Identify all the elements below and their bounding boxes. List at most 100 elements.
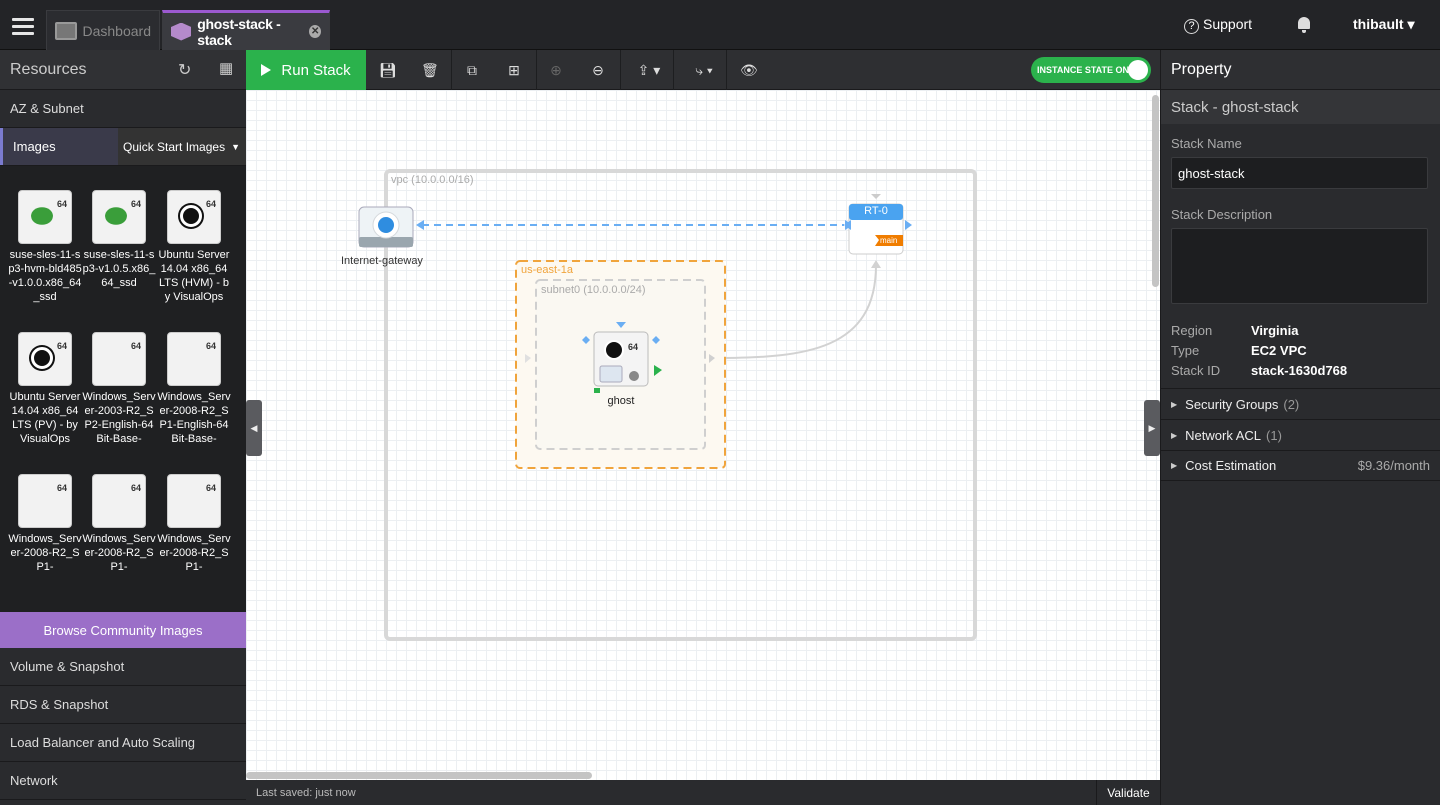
collapse-right-panel-button[interactable]: ▶ bbox=[1144, 400, 1160, 456]
vertical-scrollbar[interactable] bbox=[1152, 95, 1159, 287]
toggle-knob bbox=[1128, 60, 1148, 80]
expand-icon: ▶ bbox=[1171, 399, 1178, 409]
images-section[interactable]: Images Quick Start Images ▼ bbox=[0, 128, 246, 166]
horizontal-scrollbar[interactable] bbox=[246, 772, 592, 779]
expand-icon: ▶ bbox=[1171, 461, 1178, 470]
bell-icon[interactable] bbox=[1298, 17, 1310, 33]
visibility-icon[interactable]: 👁︎ bbox=[740, 62, 758, 78]
windows-icon: 64 bbox=[92, 332, 146, 386]
chevron-down-icon: ▾ bbox=[1407, 16, 1415, 32]
canvas-toolbar: Run Stack 💾︎ 🗑︎ ⧉ ⊞ ⊕ ⊖ ⇪ ▾ ⤷ ▾ 👁︎ INSTA… bbox=[246, 50, 1160, 90]
canvas-diagram bbox=[358, 169, 977, 641]
ami-item[interactable]: 64 Windows_Server-2008-R2_SP1- bbox=[82, 474, 156, 574]
ami-item[interactable]: 64 Ubuntu Server 14.04 x86_64 LTS (PV) - … bbox=[8, 332, 82, 446]
ami-item[interactable]: 64 Windows_Server-2008-R2_SP1- bbox=[157, 474, 231, 574]
new-stack-icon[interactable]: ⊞ bbox=[506, 62, 522, 78]
help-icon: ? bbox=[1184, 19, 1199, 34]
az-subnet-section[interactable]: AZ & Subnet bbox=[0, 90, 246, 128]
save-icon[interactable]: 💾︎ bbox=[379, 62, 397, 78]
ami-item[interactable]: 64 suse-sles-11-sp3-v1.0.5.x86_64_ssd bbox=[82, 190, 156, 290]
refresh-icon[interactable]: ↻ bbox=[178, 60, 191, 80]
export-icon[interactable]: ⇪ ▾ bbox=[634, 62, 664, 78]
security-groups-section[interactable]: ▶ Security Groups (2) bbox=[1161, 388, 1440, 419]
images-label: Images bbox=[0, 128, 118, 165]
az-label: us-east-1a bbox=[521, 264, 573, 276]
stack-description-label: Stack Description bbox=[1171, 207, 1273, 222]
region-row: Region Virginia bbox=[1171, 322, 1299, 338]
rds-snapshot-section[interactable]: RDS & Snapshot bbox=[0, 686, 246, 724]
run-stack-button[interactable]: Run Stack bbox=[246, 50, 366, 90]
ami-name: suse-sles-11-sp3-hvm-bld485-v1.0.0.x86_6… bbox=[8, 249, 82, 303]
tab-label: Dashboard bbox=[82, 22, 152, 39]
ami-item[interactable]: 64 suse-sles-11-sp3-hvm-bld485-v1.0.0.x86… bbox=[8, 190, 82, 304]
property-subtitle: Stack - ghost-stack bbox=[1161, 90, 1440, 124]
type-row: Type EC2 VPC bbox=[1171, 342, 1307, 358]
internet-gateway-node[interactable] bbox=[358, 206, 414, 248]
zoom-in-icon[interactable]: ⊕ bbox=[548, 62, 564, 78]
connection-style-icon[interactable]: ⤷ ▾ bbox=[687, 62, 721, 78]
stack-name-label: Stack Name bbox=[1171, 136, 1242, 151]
ami-name: Windows_Server-2003-R2_SP2-English-64Bit… bbox=[82, 391, 156, 445]
support-link[interactable]: ? Support bbox=[1184, 16, 1252, 34]
network-acl-section[interactable]: ▶ Network ACL (1) bbox=[1161, 419, 1440, 450]
igw-label: Internet-gateway bbox=[341, 255, 423, 267]
ami-item[interactable]: 64 Windows_Server-2003-R2_SP2-English-64B… bbox=[82, 332, 156, 446]
design-canvas[interactable]: vpc (10.0.0.0/16) Internet-gateway RT-0 … bbox=[246, 90, 1160, 780]
last-saved-text: Last saved: just now bbox=[256, 786, 356, 799]
windows-icon: 64 bbox=[92, 474, 146, 528]
ami-item[interactable]: 64 Windows_Server-2008-R2_SP1-English-64B… bbox=[157, 332, 231, 446]
network-section[interactable]: Network bbox=[0, 762, 246, 800]
property-title: Property bbox=[1161, 50, 1440, 90]
windows-icon: 64 bbox=[167, 474, 221, 528]
ubuntu-icon: 64 bbox=[18, 332, 72, 386]
subnet-label: subnet0 (10.0.0.0/24) bbox=[541, 284, 646, 296]
stack-name-input[interactable]: ghost-stack bbox=[1171, 157, 1428, 189]
grid-view-icon[interactable]: ▦ bbox=[219, 59, 233, 77]
ghost-instance-node[interactable] bbox=[593, 331, 649, 387]
instance-label: ghost bbox=[607, 395, 635, 407]
duplicate-icon[interactable]: ⧉ bbox=[464, 62, 480, 78]
delete-icon[interactable]: 🗑︎ bbox=[421, 62, 439, 78]
resource-panel: Resources ↻ ▦ AZ & Subnet Images Quick S… bbox=[0, 50, 246, 805]
browse-community-images-button[interactable]: Browse Community Images bbox=[0, 612, 246, 648]
play-icon bbox=[261, 64, 272, 76]
menu-icon[interactable] bbox=[12, 18, 34, 35]
status-bar: Last saved: just now Validate bbox=[246, 780, 1160, 805]
image-list[interactable]: 64Debian Wheezy 7.5 x86_64 (PV) - by Vis… bbox=[0, 166, 246, 612]
stack-icon bbox=[171, 22, 192, 41]
zoom-out-icon[interactable]: ⊖ bbox=[590, 62, 606, 78]
instance-arch-badge: 64 bbox=[628, 342, 639, 352]
load-balancer-section[interactable]: Load Balancer and Auto Scaling bbox=[0, 724, 246, 762]
expand-icon: ▶ bbox=[1171, 430, 1178, 440]
close-icon[interactable]: ✕ bbox=[309, 25, 321, 38]
ami-name: Windows_Server-2008-R2_SP1- bbox=[8, 533, 82, 573]
instance-state-toggle[interactable]: INSTANCE STATE ON bbox=[1031, 57, 1151, 83]
images-filter-select[interactable]: Quick Start Images ▼ bbox=[118, 128, 246, 165]
ami-name: Ubuntu Server 14.04 x86_64 LTS (PV) - by… bbox=[9, 391, 81, 445]
stack-id-row: Stack ID stack-1630d768 bbox=[1171, 362, 1348, 378]
ami-name: Windows_Server-2008-R2_SP1- bbox=[82, 533, 156, 573]
ami-item[interactable]: 64 Windows_Server-2008-R2_SP1- bbox=[8, 474, 82, 574]
cost-estimation-section[interactable]: ▶ Cost Estimation $9.36/month bbox=[1161, 450, 1440, 481]
volume-snapshot-section[interactable]: Volume & Snapshot bbox=[0, 648, 246, 686]
windows-icon: 64 bbox=[18, 474, 72, 528]
tab-dashboard[interactable]: Dashboard bbox=[46, 10, 160, 50]
route-connection[interactable] bbox=[715, 264, 877, 359]
cost-value: $9.36/month bbox=[1357, 458, 1430, 473]
ami-name: suse-sles-11-sp3-v1.0.5.x86_64_ssd bbox=[82, 249, 156, 289]
tab-ghost-stack[interactable]: ghost-stack - stack ✕ bbox=[162, 10, 330, 50]
rt-main-badge: main bbox=[880, 236, 898, 245]
windows-icon: 64 bbox=[167, 332, 221, 386]
ami-name: Windows_Server-2008-R2_SP1- bbox=[157, 533, 231, 573]
suse-icon: 64 bbox=[92, 190, 146, 244]
ami-item[interactable]: 64 Ubuntu Server 14.04 x86_64 LTS (HVM) -… bbox=[157, 190, 231, 304]
panel-title: Resources bbox=[10, 60, 87, 78]
ubuntu-icon: 64 bbox=[167, 190, 221, 244]
stack-description-input[interactable] bbox=[1171, 228, 1428, 304]
validate-button[interactable]: Validate bbox=[1096, 780, 1160, 805]
ami-name: Ubuntu Server 14.04 x86_64 LTS (HVM) - b… bbox=[158, 249, 230, 303]
user-menu[interactable]: thibault ▾ bbox=[1353, 16, 1414, 33]
top-bar: Dashboard ghost-stack - stack ✕ ? Support… bbox=[0, 0, 1440, 50]
ami-name: Windows_Server-2008-R2_SP1-English-64Bit… bbox=[157, 391, 231, 445]
collapse-left-panel-button[interactable]: ◀ bbox=[246, 400, 262, 456]
